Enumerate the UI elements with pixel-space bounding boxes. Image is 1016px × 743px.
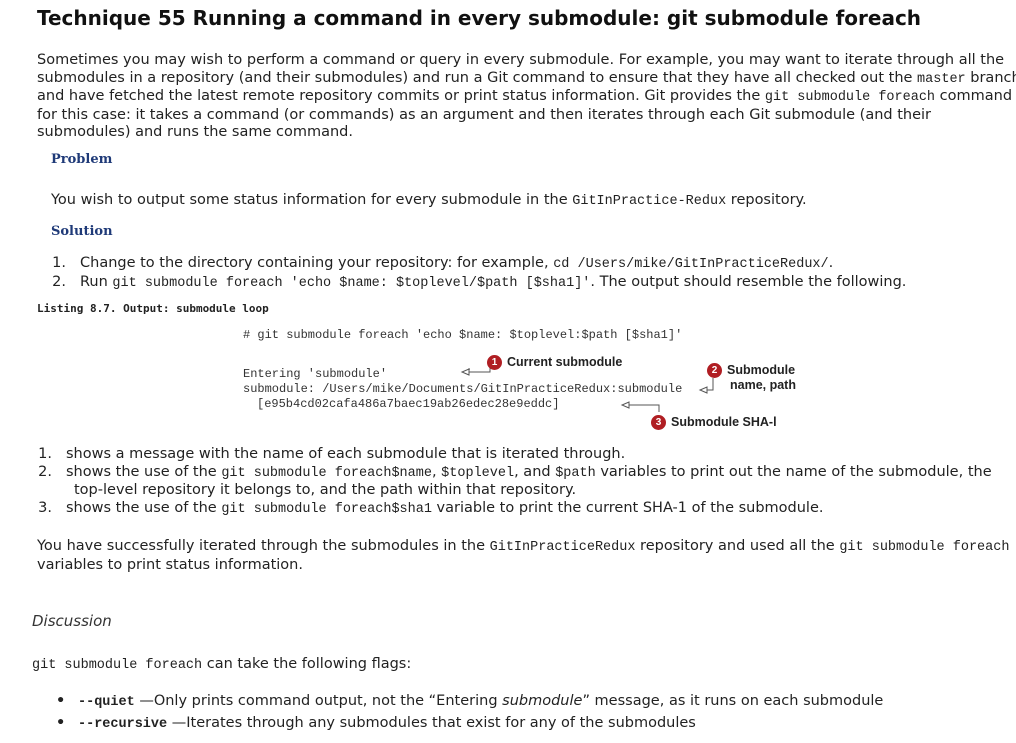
callout-label: Submodule (727, 363, 796, 377)
callout-label: Current submodule (507, 355, 623, 369)
explanation-continuation: top-level repository it belongs to, and … (74, 482, 577, 498)
callout-arrowhead-3 (620, 401, 630, 409)
explanation-code: git submodule foreach$name (221, 465, 432, 481)
bullet-icon: • (56, 715, 66, 731)
callout-badge: 2 (707, 363, 722, 379)
explanation-number: 3. (38, 499, 52, 516)
explanation-code: git submodule foreach$sha1 (221, 501, 432, 517)
callout-2: 2 Submodule name, path (707, 363, 796, 393)
callout-arrowhead-1 (460, 368, 470, 376)
discussion-text: can take the following flags: (202, 656, 412, 672)
discussion-code: git submodule foreach (32, 658, 203, 673)
flag-emphasis: submodule (502, 693, 583, 709)
flag-item: • --quiet —Only prints command output, no… (56, 691, 883, 713)
flag-name: --quiet (78, 695, 135, 710)
flag-text: ” message, as it runs on each submodule (582, 693, 884, 709)
summary-code: GitInPracticeRedux (489, 540, 636, 555)
callout-label: name, path (730, 378, 796, 393)
explanation-item: 3. shows the use of the git submodule for… (30, 500, 992, 519)
explanation-code: $toplevel (441, 465, 515, 481)
flag-list: • --quiet —Only prints command output, no… (56, 691, 883, 735)
callout-2-line: 2 Submodule (707, 363, 796, 379)
callout-3: 3 Submodule SHA-l (651, 415, 777, 431)
explanation-item: 1. shows a message with the name of each … (30, 446, 992, 464)
discussion-intro: git submodule foreach can take the follo… (32, 656, 411, 675)
explanation-text: shows the use of the (66, 463, 222, 480)
summary-line: variables to print status information. (37, 556, 303, 573)
summary-text: You have successfully iterated through t… (37, 538, 490, 554)
explanation-number: 1. (38, 446, 52, 462)
callout-arrowhead-2 (698, 386, 708, 394)
flag-name: --recursive (78, 717, 168, 732)
explanation-text: , (431, 463, 442, 480)
flag-text: —Iterates through any submodules that ex… (167, 715, 696, 731)
summary-text: repository and used all the (635, 538, 840, 554)
callout-badge: 1 (487, 355, 502, 371)
explanation-number: 2. (38, 463, 52, 480)
explanation-text: variable to print the current SHA-1 of t… (431, 499, 824, 516)
explanation-text: variables to print out the name of the s… (595, 463, 992, 480)
summary-code: git submodule foreach (839, 540, 1010, 555)
summary-line: You have successfully iterated through t… (37, 538, 1009, 557)
callout-1: 1 Current submodule (487, 355, 623, 371)
callout-badge: 3 (651, 415, 666, 431)
flag-item: • --recursive —Iterates through any submo… (56, 713, 883, 735)
explanation-text: , and (514, 463, 556, 480)
explanation-text: shows the use of the (66, 499, 222, 516)
explanation-item: 2. shows the use of the git submodule for… (30, 463, 992, 483)
explanation-code: $path (555, 465, 596, 481)
callout-arrows (460, 362, 714, 412)
explanation-text: shows a message with the name of each su… (66, 446, 626, 462)
discussion-heading: Discussion (32, 612, 112, 630)
callout-label: Submodule SHA-l (671, 415, 777, 429)
bullet-icon: • (56, 693, 66, 709)
explanation-list: 1. shows a message with the name of each … (30, 446, 992, 519)
summary-paragraph: You have successfully iterated through t… (37, 538, 1009, 574)
flag-text: —Only prints command output, not the “En… (134, 693, 503, 709)
